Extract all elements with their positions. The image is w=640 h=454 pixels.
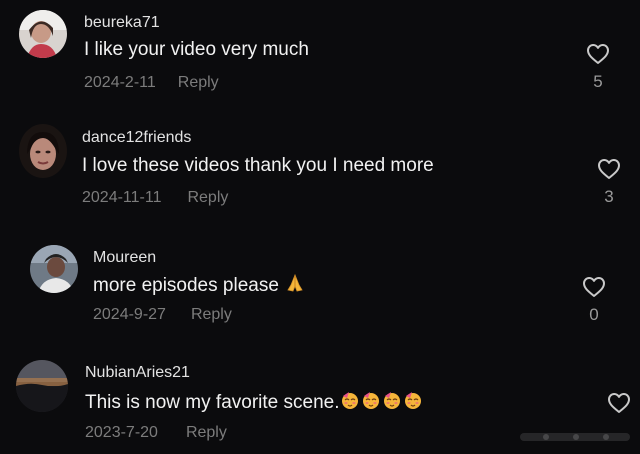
reply-button[interactable]: Reply [178,74,219,91]
partying-face-emoji [382,390,402,416]
heart-outline-icon [608,393,630,413]
reply-button[interactable]: Reply [187,189,228,206]
comment-username[interactable]: beureka71 [84,14,160,32]
comment-text: more episodes please [93,275,279,296]
like-count: 5 [593,72,603,91]
comment-date: 2024-9-27 [93,306,166,323]
reply-button[interactable]: Reply [186,424,227,441]
comment-item: dance12friends I love these videos thank… [0,118,640,218]
comment-username[interactable]: dance12friends [82,129,191,147]
comment-username[interactable]: NubianAries21 [85,364,190,382]
partying-face-emoji [340,390,360,416]
avatar[interactable] [19,124,67,178]
comment-text: I love these videos thank you I need mor… [82,155,434,176]
like-button[interactable]: 5 [583,43,613,92]
comment-text: I like your video very much [84,39,309,60]
like-button[interactable]: 3 [594,158,624,207]
comment-date: 2024-11-11 [82,189,162,206]
comments-screen: { "comments": [ { "username": "beureka71… [0,0,640,454]
comment-text: This is now my favorite scene. [85,392,340,413]
comment-meta: 2024-9-27 Reply [93,306,232,324]
comment-meta: 2024-11-11 Reply [82,189,228,207]
avatar[interactable] [16,360,68,412]
comment-text-row: more episodes please [93,273,305,299]
like-button[interactable]: 0 [579,276,609,325]
avatar[interactable] [30,245,78,293]
heart-outline-icon [583,277,605,297]
folded-hands-emoji [285,273,305,299]
comment-meta: 2024-2-11 Reply [84,74,219,92]
like-button[interactable] [604,392,634,414]
heart-outline-icon [587,44,609,64]
comment-username[interactable]: Moureen [93,249,156,267]
comment-item: Moureen more episodes please 2024-9-27 Re… [0,236,640,336]
avatar[interactable] [19,10,67,58]
like-count: 0 [589,305,599,324]
partying-face-emoji [361,390,381,416]
reply-button[interactable]: Reply [191,306,232,323]
comment-item: beureka71 I like your video very much 20… [0,0,640,100]
comment-date: 2024-2-11 [84,74,156,91]
watermark-mark [520,433,630,441]
comment-date: 2023-7-20 [85,424,158,441]
partying-face-emoji [403,390,423,416]
comment-meta: 2023-7-20 Reply [85,424,227,442]
heart-outline-icon [598,159,620,179]
comment-text-row: This is now my favorite scene. [85,390,423,416]
like-count: 3 [604,187,614,206]
